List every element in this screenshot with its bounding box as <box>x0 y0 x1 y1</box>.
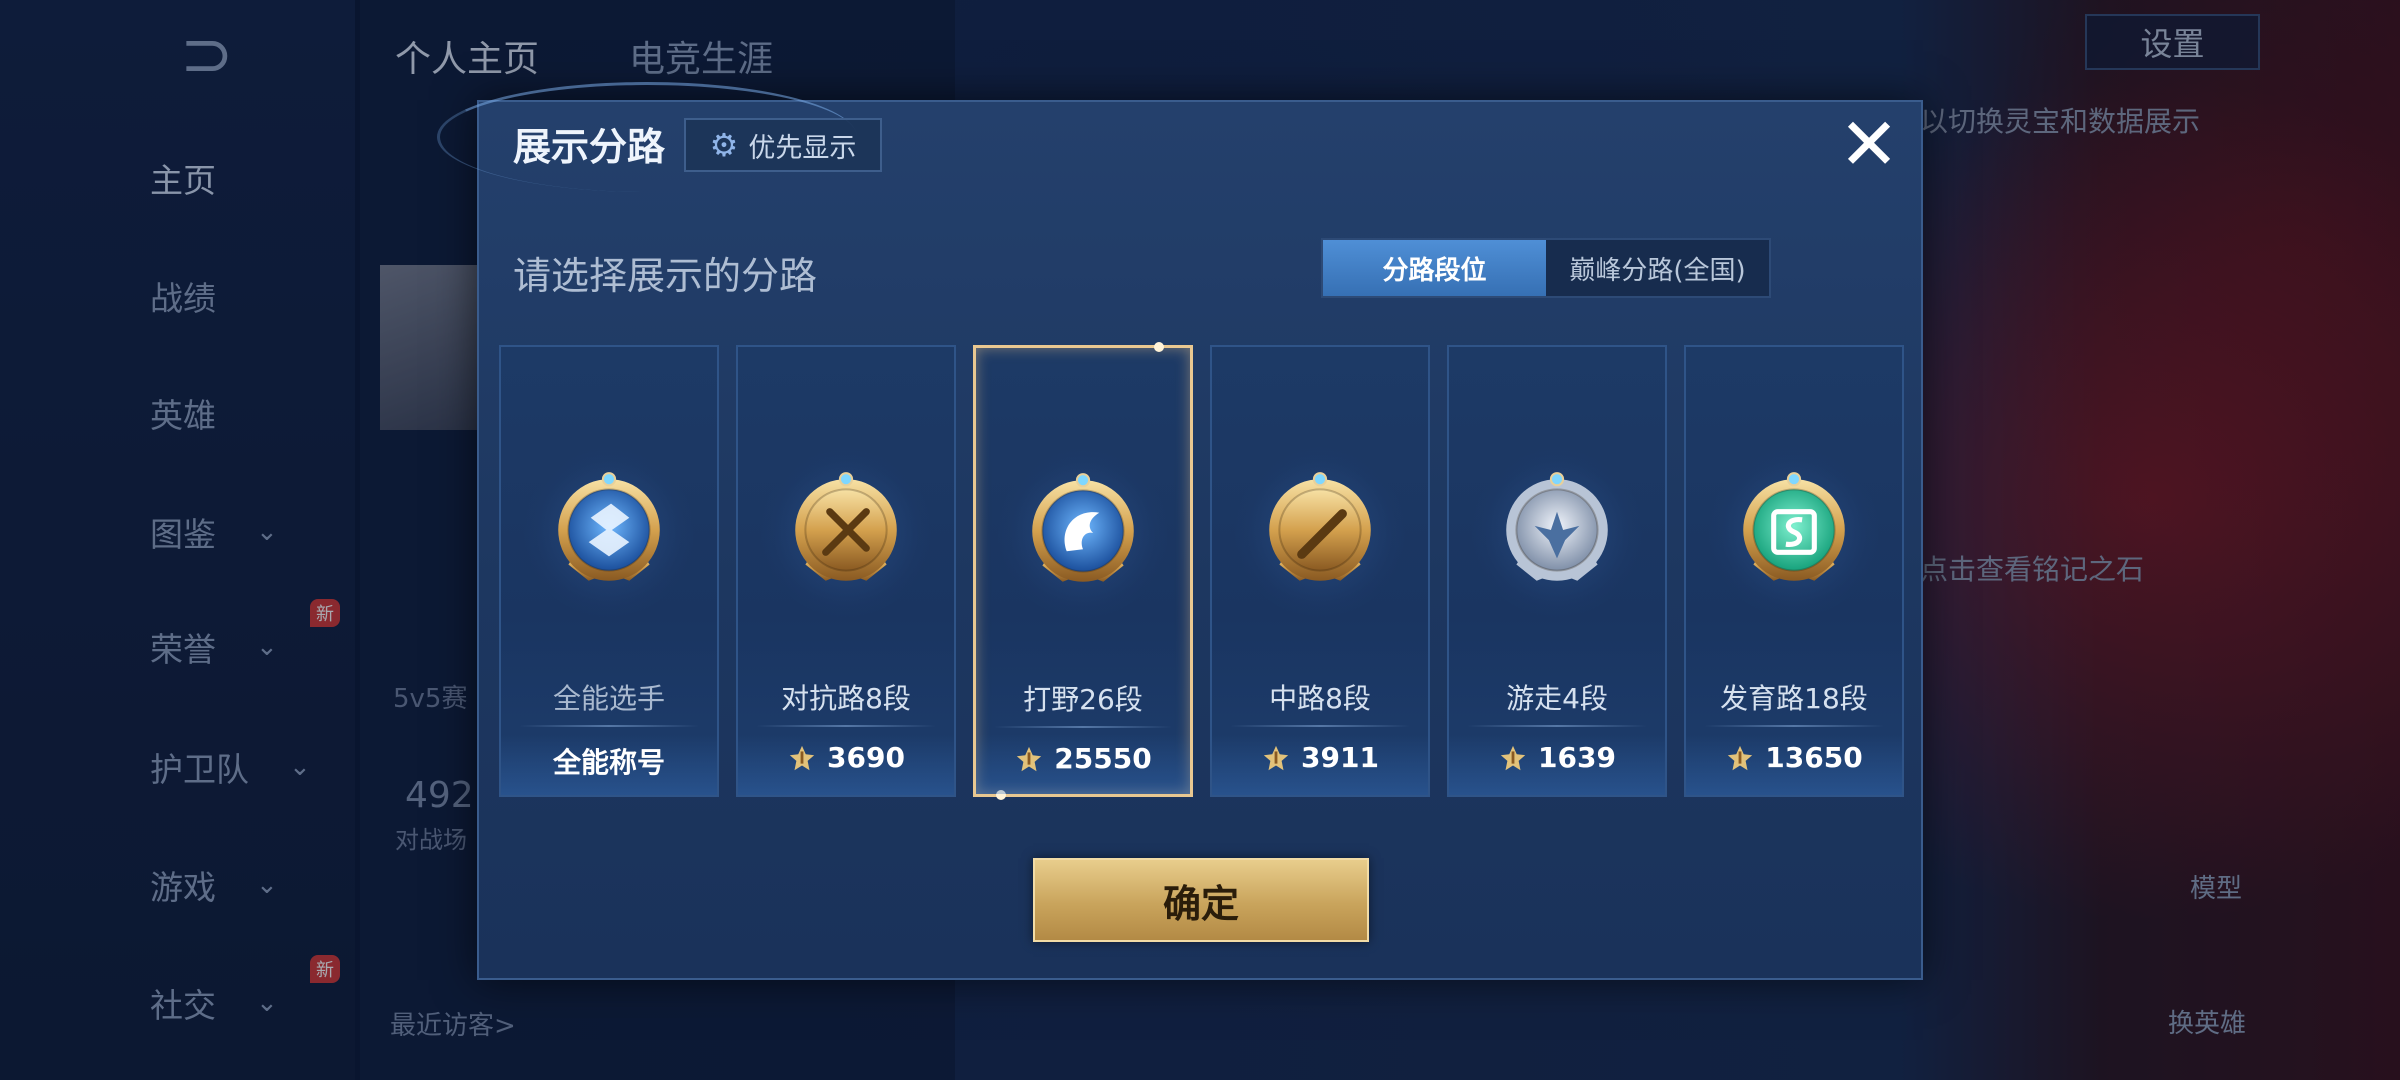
mid-lane-medal-icon <box>1269 472 1371 581</box>
lane-display-dialog: 展示分路 ⚙ 优先显示 ✕ 请选择展示的分路 分路段位 巅峰分路(全国) 全能选… <box>437 82 1923 980</box>
lane-score: 3690 <box>738 741 954 774</box>
card-divider <box>994 726 1172 728</box>
allround-medal-icon <box>558 472 660 581</box>
clash-lane-medal-icon <box>795 472 897 581</box>
lane-rank-label: 全能选手 <box>552 682 665 715</box>
close-button[interactable]: ✕ <box>1834 108 1904 180</box>
lane-score: 全能称号 <box>501 741 717 781</box>
lane-card[interactable]: 对抗路8段 3690 <box>736 345 956 797</box>
confirm-label: 确定 <box>1162 881 1239 926</box>
rank-score-icon <box>1728 745 1753 770</box>
lane-card[interactable]: 全能选手 全能称号 <box>499 345 719 797</box>
confirm-button[interactable]: 确定 <box>1033 858 1369 942</box>
lane-rank-label: 对抗路8段 <box>781 682 911 715</box>
dialog-subtitle: 请选择展示的分路 <box>513 254 818 298</box>
jungle-medal-icon <box>1032 473 1134 582</box>
selection-corner-dot <box>996 790 1006 800</box>
lane-card[interactable]: 打野26段 25550 <box>973 342 1193 800</box>
lane-medal <box>1235 447 1405 617</box>
card-divider <box>519 725 699 727</box>
lane-card[interactable]: 发育路18段 13650 <box>1684 345 1904 797</box>
priority-display-button[interactable]: ⚙ 优先显示 <box>684 118 882 172</box>
lane-rank-label: 中路8段 <box>1269 682 1371 715</box>
card-divider <box>1230 725 1410 727</box>
selection-corner-dot <box>1154 342 1164 352</box>
rank-score-icon <box>789 745 815 770</box>
lane-score: 3911 <box>1212 741 1428 774</box>
rank-score-icon <box>1500 745 1526 770</box>
lane-score-value: 全能称号 <box>552 746 665 779</box>
lane-score: 13650 <box>1686 741 1902 774</box>
toggle-lane-rank[interactable]: 分路段位 <box>1323 240 1546 296</box>
rank-score-icon <box>1263 745 1289 770</box>
rank-score-icon <box>1017 746 1042 771</box>
lane-card-list: 全能选手 全能称号 对抗路8段 3690 打野26段 25550 中路8段 3911 游走4段 1… <box>499 342 1904 800</box>
lane-medal <box>998 448 1168 618</box>
lane-medal <box>524 447 694 617</box>
lane-score-value: 3911 <box>1301 741 1379 774</box>
lane-card[interactable]: 中路8段 3911 <box>1210 345 1430 797</box>
close-icon: ✕ <box>1838 102 1900 186</box>
lane-score: 25550 <box>976 742 1190 775</box>
lane-score-value: 3690 <box>827 741 905 774</box>
dialog-title: 展示分路 <box>513 125 666 169</box>
lane-score-value: 1639 <box>1538 741 1616 774</box>
card-divider <box>1704 725 1884 727</box>
lane-rank-label: 发育路18段 <box>1720 682 1868 715</box>
lane-medal <box>761 447 931 617</box>
priority-display-label: 优先显示 <box>748 132 857 164</box>
lane-rank-label: 游走4段 <box>1506 682 1608 715</box>
roam-medal-icon <box>1506 472 1608 581</box>
lane-view-toggle: 分路段位 巅峰分路(全国) <box>1321 238 1771 298</box>
lane-score: 1639 <box>1449 741 1665 774</box>
lane-score-value: 13650 <box>1765 741 1863 774</box>
lane-rank-label: 打野26段 <box>1023 683 1143 716</box>
gear-icon: ⚙ <box>709 126 739 164</box>
lane-medal <box>1709 447 1879 617</box>
card-divider <box>756 725 936 727</box>
lane-card[interactable]: 游走4段 1639 <box>1447 345 1667 797</box>
toggle-peak-lane-national[interactable]: 巅峰分路(全国) <box>1546 240 1769 296</box>
lane-score-value: 25550 <box>1054 742 1152 775</box>
lane-medal <box>1472 447 1642 617</box>
card-divider <box>1467 725 1647 727</box>
farm-lane-medal-icon <box>1743 472 1845 581</box>
